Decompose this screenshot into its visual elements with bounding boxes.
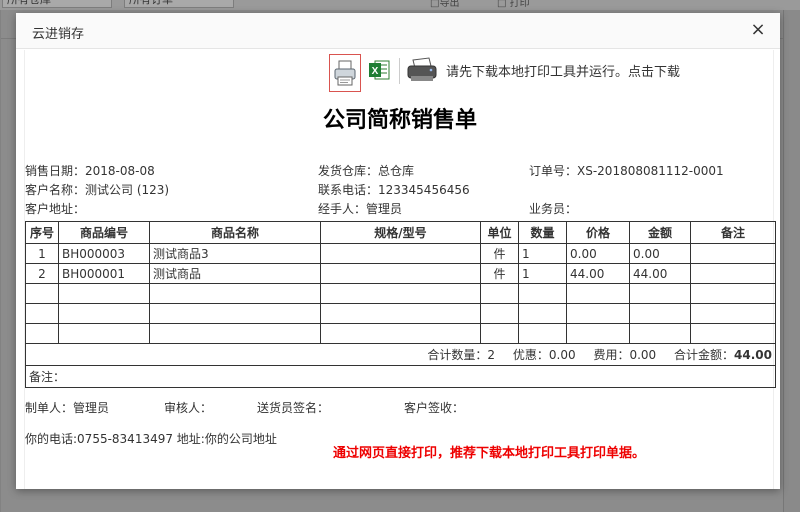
background-order-select: 所有订单 <box>124 0 234 8</box>
auditor: 审核人： <box>164 401 213 415</box>
printer-preview-icon <box>334 60 356 86</box>
print-dialog: 云进销存 × X 请先下载本地打印工具并运行。点击下载 公司简称销售单 销售日期… <box>16 13 780 489</box>
table-cell: 0.00 <box>566 243 630 264</box>
customer-signature: 客户签收： <box>404 401 465 415</box>
remark: 备注： <box>25 365 776 388</box>
column-header: 单位 <box>480 221 519 244</box>
table-cell: 件 <box>480 243 519 264</box>
excel-icon: X <box>369 60 390 80</box>
table-cell: 1 <box>518 263 567 284</box>
fee: 费用：0.00 <box>593 348 657 362</box>
print-preview: X 请先下载本地打印工具并运行。点击下载 公司简称销售单 销售日期：2018-0… <box>24 50 776 489</box>
column-header: 数量 <box>518 221 567 244</box>
total-quantity: 合计数量：2 <box>427 348 496 362</box>
dialog-title: 云进销存 <box>32 27 85 42</box>
maker: 制单人：管理员 <box>25 401 110 415</box>
table-cell: 件 <box>480 263 519 284</box>
salesman: 业务员： <box>529 202 578 216</box>
table-cell: 1 <box>25 243 59 264</box>
close-icon[interactable]: × <box>748 20 768 40</box>
column-header: 商品编号 <box>58 221 150 244</box>
print-tip: 通过网页直接打印，推荐下载本地打印工具打印单据。 <box>333 446 646 461</box>
summary-row: 合计数量：2 优惠：0.00 费用：0.00 合计金额：44.00 <box>25 343 776 366</box>
table-cell: 测试商品 <box>149 263 321 284</box>
customer-address: 客户地址： <box>25 202 86 216</box>
svg-text:X: X <box>372 66 379 77</box>
export-excel-button[interactable]: X <box>367 58 391 82</box>
column-header: 规格/型号 <box>320 221 481 244</box>
table-row: 1 BH000003 测试商品3 件 1 0.00 0.00 <box>25 243 776 264</box>
table-cell <box>320 243 481 264</box>
discount: 优惠：0.00 <box>512 348 576 362</box>
background-export-button: □导出 <box>430 0 460 9</box>
table-cell <box>320 263 481 284</box>
column-header: 价格 <box>566 221 630 244</box>
total-amount: 合计金额：44.00 <box>674 348 772 362</box>
items-table: 序号 商品编号 商品名称 规格/型号 单位 数量 价格 金额 备注 1 BH00… <box>25 221 776 388</box>
total-amount-value: 44.00 <box>734 348 772 362</box>
warehouse: 发货仓库：总仓库 <box>318 164 415 178</box>
table-cell: BH000001 <box>58 263 150 284</box>
handler: 经手人：管理员 <box>318 202 403 216</box>
background-side-panel <box>783 10 800 512</box>
table-row: 2 BH000001 测试商品 件 1 44.00 44.00 <box>25 263 776 284</box>
table-cell <box>690 263 776 284</box>
contact-phone: 联系电话：123345456456 <box>318 183 470 197</box>
column-header: 商品名称 <box>149 221 321 244</box>
table-cell: 1 <box>518 243 567 264</box>
print-toolbar: X 请先下载本地打印工具并运行。点击下载 <box>25 50 775 92</box>
table-row-empty <box>25 283 776 304</box>
download-print-tool-link[interactable]: 请先下载本地打印工具并运行。点击下载 <box>446 61 680 80</box>
background-grid-line <box>0 10 1 512</box>
dialog-header: 云进销存 × <box>16 13 780 49</box>
company-contact: 你的电话:0755-83413497 地址:你的公司地址 <box>25 432 277 446</box>
table-cell <box>690 243 776 264</box>
toolbar-divider <box>399 58 400 84</box>
table-row-empty <box>25 303 776 324</box>
printer-icon <box>407 57 437 81</box>
order-number: 订单号：XS-201808081112-0001 <box>529 164 724 178</box>
document-title: 公司简称销售单 <box>322 108 477 133</box>
sale-date: 销售日期：2018-08-08 <box>25 164 155 178</box>
print-preview-button[interactable] <box>329 54 361 92</box>
background-warehouse-select: 所有仓库 <box>2 0 112 8</box>
table-cell: 2 <box>25 263 59 284</box>
column-header: 金额 <box>629 221 691 244</box>
remark-row: 备注： <box>25 365 776 388</box>
column-header: 备注 <box>690 221 776 244</box>
table-row-empty <box>25 323 776 344</box>
table-cell: 44.00 <box>629 263 691 284</box>
total-amount-label: 合计金额： <box>674 348 735 362</box>
background-print-button: □ 打印 <box>497 0 530 9</box>
table-cell: 0.00 <box>629 243 691 264</box>
customer-name: 客户名称：测试公司 (123) <box>25 183 170 197</box>
table-cell: 测试商品3 <box>149 243 321 264</box>
local-print-button[interactable] <box>405 56 439 84</box>
table-header-row: 序号 商品编号 商品名称 规格/型号 单位 数量 价格 金额 备注 <box>25 221 776 244</box>
deliverer-signature: 送货员签名： <box>257 401 330 415</box>
table-cell: BH000003 <box>58 243 150 264</box>
table-cell: 44.00 <box>566 263 630 284</box>
background-toolbar <box>0 0 800 10</box>
column-header: 序号 <box>25 221 59 244</box>
